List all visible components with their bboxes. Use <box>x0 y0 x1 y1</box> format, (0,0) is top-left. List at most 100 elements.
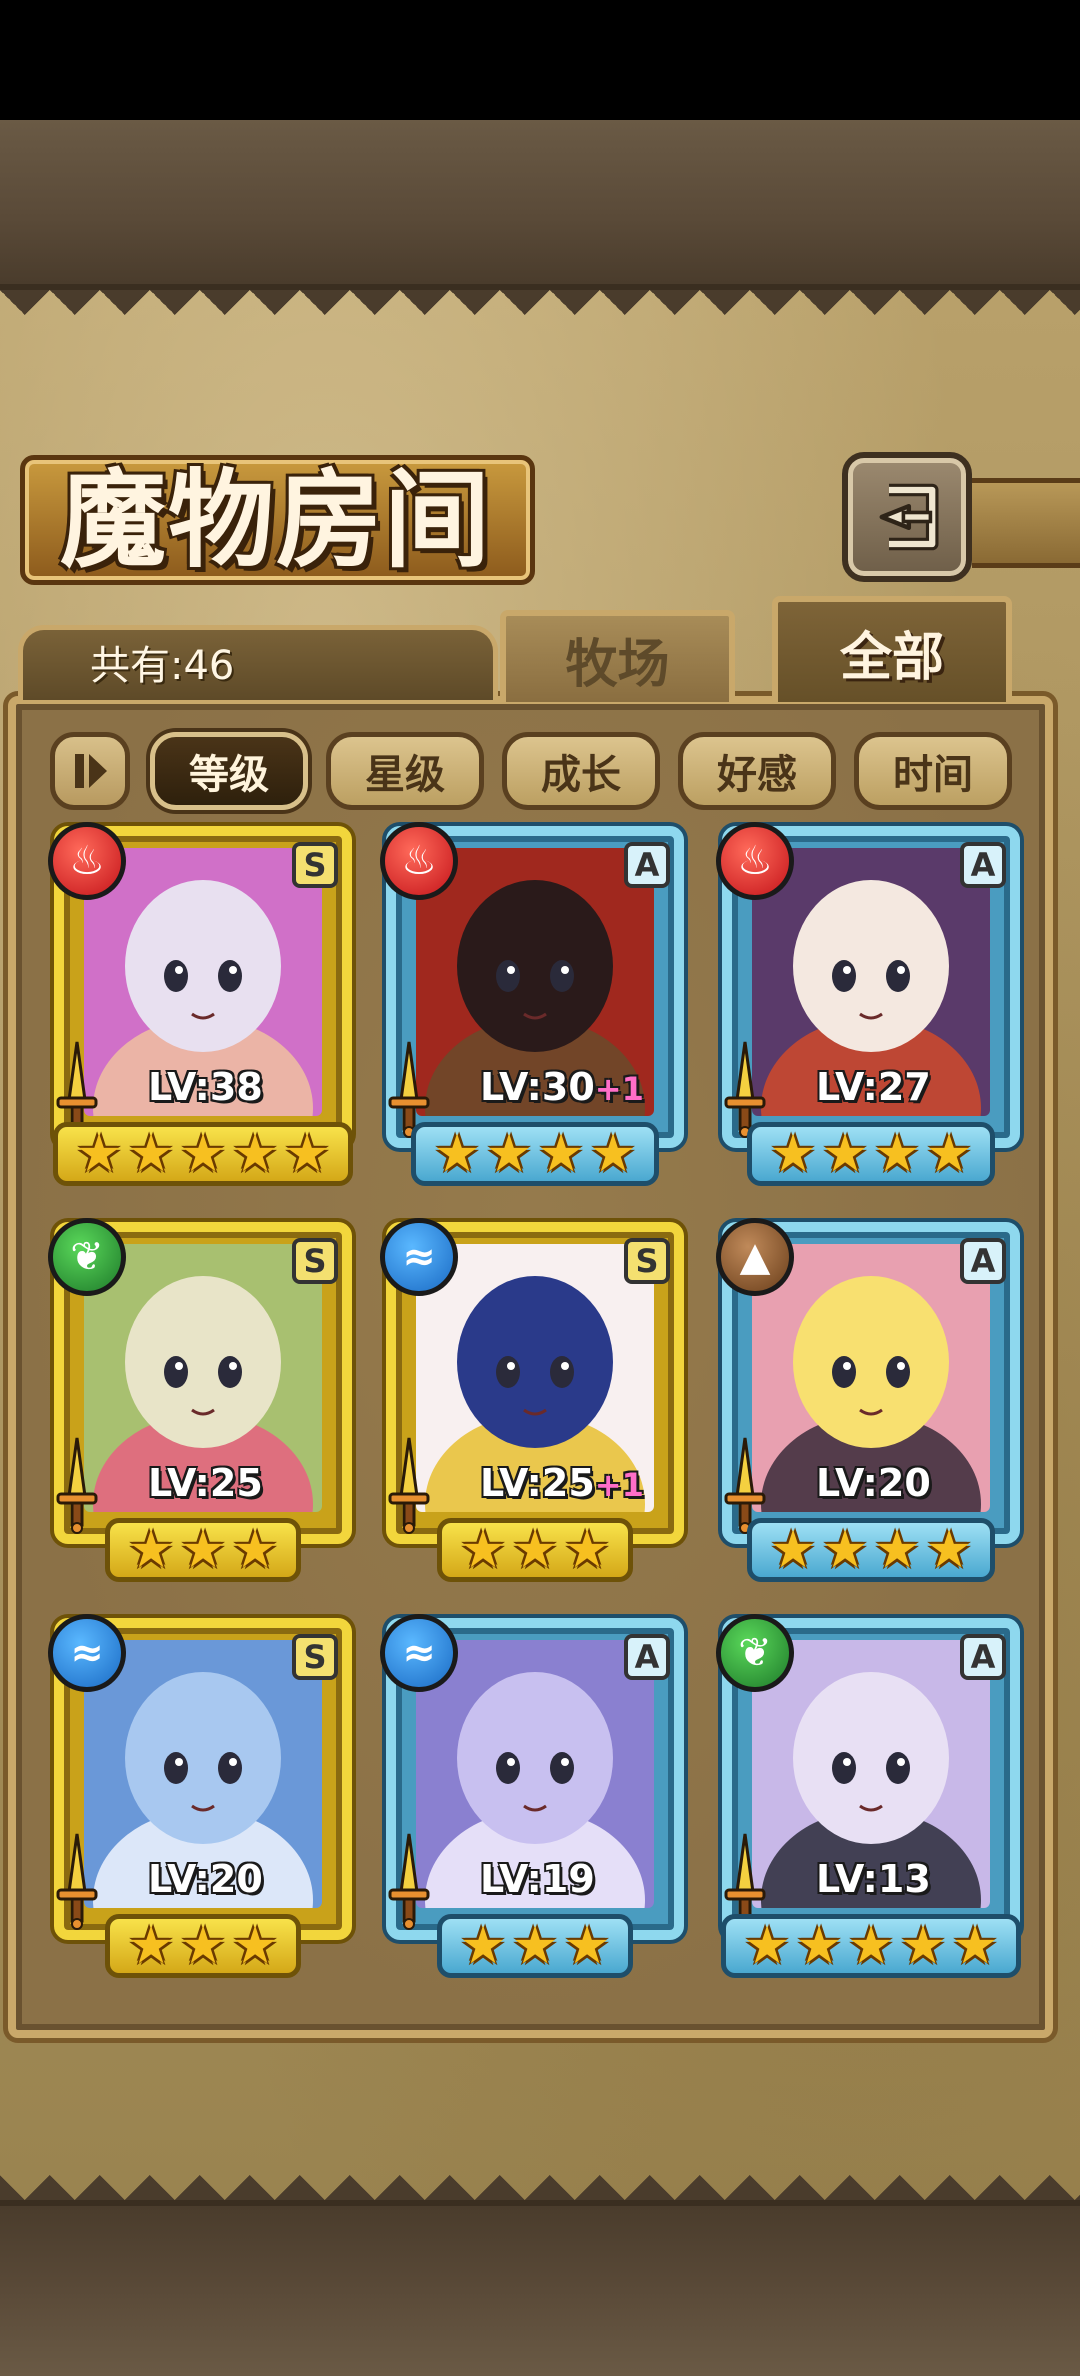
star-icon: ★ <box>179 1916 227 1976</box>
star-icon: ★ <box>459 1520 507 1580</box>
sort-by-time[interactable]: 时间 <box>854 732 1012 810</box>
wave-icon: ≈ <box>380 1614 458 1692</box>
back-rail <box>972 478 1080 568</box>
level-value: LV:27 <box>816 1065 931 1109</box>
level-value: LV:20 <box>148 1857 263 1901</box>
level-label: LV:20 <box>148 1854 263 1904</box>
sword-icon <box>384 1434 434 1534</box>
sword-icon <box>52 1434 102 1534</box>
rank-badge: A <box>624 1634 670 1680</box>
back-arrow-icon <box>879 483 939 551</box>
star-icon: ★ <box>127 1520 175 1580</box>
star-icon: ★ <box>537 1124 585 1184</box>
flame-icon: ♨ <box>716 822 794 900</box>
level-label: LV:38 <box>148 1062 263 1112</box>
rank-badge: A <box>960 1634 1006 1680</box>
level-value: LV:25 <box>480 1461 595 1505</box>
rank-badge: S <box>292 1238 338 1284</box>
star-icon: ★ <box>511 1520 559 1580</box>
sort-bar: 等级 星级 成长 好感 时间 <box>44 732 1044 812</box>
star-icon: ★ <box>231 1916 279 1976</box>
monster-card[interactable]: ❦ S LV:25 ★ ★ ★ <box>48 1218 358 1582</box>
star-icon: ★ <box>873 1124 921 1184</box>
star-icon: ★ <box>511 1916 559 1976</box>
star-rating: ★ ★ ★ <box>437 1518 633 1582</box>
monster-card[interactable]: ❦ A LV:13 ★ ★ ★ ★ ★ <box>716 1614 1026 1978</box>
star-icon: ★ <box>873 1520 921 1580</box>
tab-all[interactable]: 全部 <box>772 596 1012 702</box>
monster-card[interactable]: ≈ A LV:19 ★ ★ ★ <box>380 1614 690 1978</box>
sort-by-affection[interactable]: 好感 <box>678 732 836 810</box>
bottom-map-strip <box>0 2200 1080 2376</box>
level-label: LV:30+1 <box>480 1062 644 1112</box>
star-icon: ★ <box>951 1916 999 1976</box>
leaf-icon: ❦ <box>716 1614 794 1692</box>
star-icon: ★ <box>459 1916 507 1976</box>
sort-by-level[interactable]: 等级 <box>150 732 308 810</box>
sort-order-toggle[interactable] <box>50 732 130 810</box>
star-icon: ★ <box>795 1916 843 1976</box>
level-value: LV:38 <box>148 1065 263 1109</box>
star-icon: ★ <box>563 1520 611 1580</box>
star-icon: ★ <box>75 1124 123 1184</box>
star-icon: ★ <box>589 1124 637 1184</box>
star-icon: ★ <box>283 1124 331 1184</box>
torn-edge-top <box>0 290 1080 340</box>
star-icon: ★ <box>179 1520 227 1580</box>
flame-icon: ♨ <box>48 822 126 900</box>
star-rating: ★ ★ ★ ★ <box>411 1122 659 1186</box>
star-rating: ★ ★ ★ ★ ★ <box>53 1122 353 1186</box>
level-label: LV:13 <box>816 1854 931 1904</box>
monster-card[interactable]: ♨ A LV:27 ★ ★ ★ ★ <box>716 822 1026 1186</box>
level-label: LV:25 <box>148 1458 263 1508</box>
monster-card[interactable]: ≈ S LV:25+1 ★ ★ ★ <box>380 1218 690 1582</box>
level-value: LV:30 <box>480 1065 595 1109</box>
star-icon: ★ <box>821 1520 869 1580</box>
wave-icon: ≈ <box>48 1614 126 1692</box>
mountain-icon: ▲ <box>716 1218 794 1296</box>
sort-by-growth[interactable]: 成长 <box>502 732 660 810</box>
star-icon: ★ <box>433 1124 481 1184</box>
rank-badge: S <box>624 1238 670 1284</box>
monster-card[interactable]: ♨ S LV:38 ★ ★ ★ ★ ★ <box>48 822 358 1186</box>
sort-order-icon <box>75 754 107 788</box>
star-icon: ★ <box>485 1124 533 1184</box>
back-button[interactable] <box>842 452 972 582</box>
star-icon: ★ <box>231 1124 279 1184</box>
rank-badge: A <box>624 842 670 888</box>
star-icon: ★ <box>769 1124 817 1184</box>
monster-card[interactable]: ≈ S LV:20 ★ ★ ★ <box>48 1614 358 1978</box>
star-rating: ★ ★ ★ ★ <box>747 1518 995 1582</box>
star-icon: ★ <box>743 1916 791 1976</box>
flame-icon: ♨ <box>380 822 458 900</box>
rank-badge: S <box>292 1634 338 1680</box>
level-label: LV:19 <box>480 1854 595 1904</box>
star-icon: ★ <box>127 1124 175 1184</box>
level-value: LV:25 <box>148 1461 263 1505</box>
star-rating: ★ ★ ★ ★ <box>747 1122 995 1186</box>
star-rating: ★ ★ ★ ★ ★ <box>721 1914 1021 1978</box>
level-label: LV:25+1 <box>480 1458 644 1508</box>
level-value: LV:20 <box>816 1461 931 1505</box>
top-map-strip <box>0 120 1080 290</box>
rank-badge: A <box>960 842 1006 888</box>
level-bonus: +1 <box>594 1070 644 1108</box>
torn-edge-bottom <box>0 2150 1080 2200</box>
sort-by-stars[interactable]: 星级 <box>326 732 484 810</box>
monster-count: 共有:46 <box>90 643 235 689</box>
rank-badge: S <box>292 842 338 888</box>
monster-card[interactable]: ▲ A LV:20 ★ ★ ★ ★ <box>716 1218 1026 1582</box>
star-icon: ★ <box>563 1916 611 1976</box>
star-icon: ★ <box>179 1124 227 1184</box>
star-icon: ★ <box>925 1520 973 1580</box>
star-rating: ★ ★ ★ <box>105 1518 301 1582</box>
status-bar <box>0 0 1080 120</box>
star-icon: ★ <box>847 1916 895 1976</box>
monster-card[interactable]: ♨ A LV:30+1 ★ ★ ★ ★ <box>380 822 690 1186</box>
star-icon: ★ <box>899 1916 947 1976</box>
star-icon: ★ <box>925 1124 973 1184</box>
star-icon: ★ <box>821 1124 869 1184</box>
tab-pasture[interactable]: 牧场 <box>500 610 735 702</box>
sword-icon <box>384 1830 434 1930</box>
sword-icon <box>52 1830 102 1930</box>
